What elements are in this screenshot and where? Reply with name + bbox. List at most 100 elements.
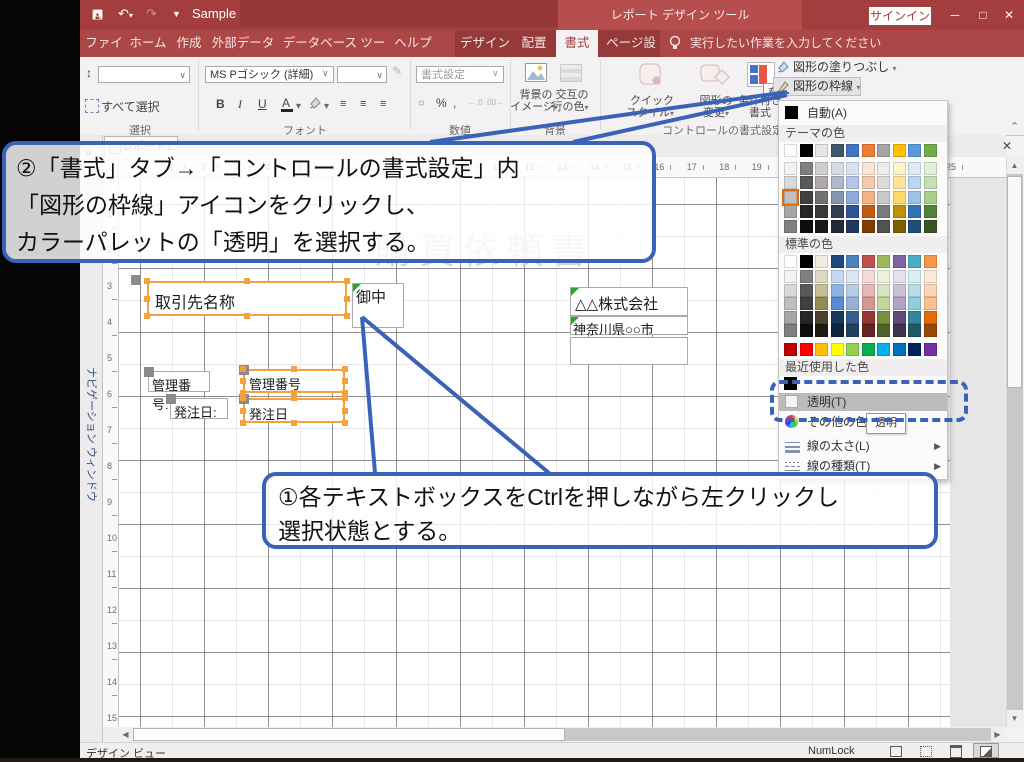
color-swatch[interactable] [908, 219, 921, 233]
color-swatch[interactable] [892, 161, 906, 175]
selection-handle[interactable] [344, 295, 350, 302]
font-color-caret[interactable]: ▾ [296, 101, 301, 112]
color-swatch[interactable] [877, 310, 890, 324]
color-swatch[interactable] [799, 324, 813, 337]
format-combo[interactable]: 書式設定 [416, 66, 504, 83]
color-swatch[interactable] [861, 310, 875, 324]
color-swatch[interactable] [877, 219, 890, 233]
vertical-scroll-thumb[interactable] [1007, 176, 1022, 388]
color-swatch[interactable] [892, 205, 906, 218]
scroll-left-icon[interactable]: ◀ [117, 727, 134, 743]
align-center-icon[interactable]: ≡ [360, 98, 366, 110]
save-icon[interactable]: 🖪 [92, 6, 103, 28]
tab-create[interactable]: 作成 [171, 30, 207, 57]
color-swatch[interactable] [861, 343, 875, 356]
color-swatch[interactable] [815, 144, 828, 157]
color-swatch[interactable] [830, 190, 844, 204]
color-swatch[interactable] [846, 324, 859, 337]
fill-color-caret[interactable]: ▾ [324, 101, 329, 112]
color-swatch[interactable] [846, 297, 859, 310]
background-image-icon[interactable] [525, 63, 547, 82]
color-swatch[interactable] [892, 283, 906, 297]
color-swatch[interactable] [846, 161, 859, 175]
color-swatch[interactable] [908, 283, 921, 297]
color-swatch[interactable] [908, 205, 921, 218]
color-swatch[interactable] [892, 190, 906, 204]
color-swatch[interactable] [861, 255, 875, 268]
selection-handle[interactable] [291, 420, 297, 426]
tab-format[interactable]: 書式 [556, 30, 598, 57]
color-swatch[interactable] [815, 161, 828, 175]
color-swatch[interactable] [877, 343, 890, 356]
color-swatch[interactable] [923, 310, 937, 324]
color-swatch[interactable] [799, 176, 813, 189]
tab-arrange[interactable]: 配置 [514, 30, 554, 57]
selection-handle[interactable] [240, 366, 246, 372]
color-swatch[interactable] [799, 161, 813, 175]
color-swatch[interactable] [908, 270, 921, 283]
color-swatch[interactable] [923, 297, 937, 310]
color-swatch[interactable] [830, 176, 844, 189]
color-swatch[interactable] [830, 310, 844, 324]
tab-db-tools[interactable]: データベース ツール [279, 30, 389, 77]
design-view-button[interactable] [973, 743, 999, 758]
color-swatch[interactable] [861, 144, 875, 157]
horizontal-scroll-thumb[interactable] [133, 728, 565, 741]
color-swatch[interactable] [892, 255, 906, 268]
color-swatch[interactable] [908, 161, 921, 175]
selection-handle[interactable] [342, 366, 348, 372]
tab-design[interactable]: デザイン [458, 30, 512, 57]
percent-icon[interactable]: % [436, 96, 447, 110]
color-swatch[interactable] [923, 283, 937, 297]
color-swatch[interactable] [815, 190, 828, 204]
selection-combo[interactable]: ∨ [98, 66, 190, 83]
selection-handle[interactable] [342, 420, 348, 426]
color-swatch[interactable] [782, 188, 799, 206]
selection-handle[interactable] [342, 407, 348, 414]
color-swatch[interactable] [892, 270, 906, 283]
color-swatch[interactable] [892, 176, 906, 189]
color-swatch[interactable] [846, 176, 859, 189]
selection-handle[interactable] [291, 395, 297, 401]
color-swatch[interactable] [799, 205, 813, 218]
selection-handle[interactable] [291, 366, 297, 372]
color-swatch[interactable] [799, 144, 813, 157]
color-swatch[interactable] [923, 343, 937, 356]
menu-item-automatic[interactable]: 自動(A) [779, 104, 947, 122]
tab-home[interactable]: ホーム [127, 30, 169, 57]
color-swatch[interactable] [877, 255, 890, 268]
label-kanri[interactable]: 管理番号: [148, 371, 210, 412]
color-swatch[interactable] [877, 190, 890, 204]
color-swatch[interactable] [846, 255, 859, 268]
color-swatch[interactable] [784, 255, 797, 268]
color-swatch[interactable] [892, 324, 906, 337]
color-swatch[interactable] [846, 219, 859, 233]
selection-handle[interactable] [240, 378, 246, 384]
print-preview-button[interactable] [914, 744, 938, 757]
tab-help[interactable]: ヘルプ [391, 30, 435, 57]
color-swatch[interactable] [908, 324, 921, 337]
color-swatch[interactable] [830, 270, 844, 283]
selection-handle[interactable] [344, 313, 350, 319]
label-company[interactable]: △△株式会社 [570, 287, 688, 316]
color-swatch[interactable] [846, 190, 859, 204]
color-swatch[interactable] [799, 310, 813, 324]
qat-customize-icon[interactable]: ▼ [172, 9, 181, 19]
scroll-right-icon[interactable]: ▶ [989, 727, 1006, 743]
color-swatch[interactable] [861, 270, 875, 283]
color-swatch[interactable] [799, 190, 813, 204]
scroll-up-icon[interactable]: ▲ [1006, 157, 1023, 174]
label-address[interactable]: 神奈川県○○市 [570, 316, 688, 337]
tellme-box[interactable]: 実行したい作業を入力してください [690, 30, 881, 57]
color-swatch[interactable] [908, 310, 921, 324]
move-handle[interactable] [131, 275, 141, 285]
color-swatch[interactable] [861, 176, 875, 189]
selection-handle[interactable] [244, 278, 250, 284]
color-swatch[interactable] [830, 343, 844, 356]
selection-handle[interactable] [342, 395, 348, 401]
color-swatch[interactable] [830, 324, 844, 337]
close-button[interactable]: ✕ [998, 7, 1020, 23]
align-left-icon[interactable]: ≡ [340, 98, 346, 110]
color-swatch[interactable] [923, 190, 937, 204]
selection-handle[interactable] [240, 407, 246, 414]
